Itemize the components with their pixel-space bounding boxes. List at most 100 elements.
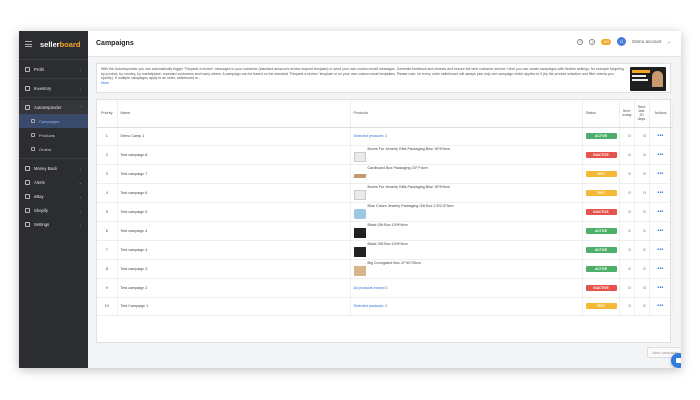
notification-badge[interactable]: 200 bbox=[601, 38, 612, 45]
sent-last-cell: 0 bbox=[634, 164, 650, 185]
video-thumbnail[interactable] bbox=[630, 67, 666, 91]
more-link[interactable]: More bbox=[101, 81, 109, 85]
status-badge[interactable]: ACTIVE bbox=[585, 266, 617, 273]
actions-cell: ••• bbox=[649, 202, 673, 223]
sidebar-item-inventory[interactable]: Inventory ⌄ bbox=[19, 81, 88, 95]
table-row[interactable]: 2 Test campaign 8 Boxes For Jewelry Gifts … bbox=[97, 145, 673, 166]
chevron-down-icon[interactable]: ⌄ bbox=[667, 39, 671, 45]
table-row[interactable]: 5 Test campaign 5 Blue Colors Jewelry Pack… bbox=[97, 202, 673, 223]
col-status[interactable]: Status bbox=[582, 100, 620, 128]
sent-today-cell: 0 bbox=[619, 259, 635, 280]
table-body: 1 Demo Camp 1 Selected products: 2 ACTIVE 0 0… bbox=[97, 127, 673, 317]
table-row[interactable]: 8 Test campaign 3 Big Corrugated Box 47*40… bbox=[97, 259, 673, 280]
account-label[interactable]: Demo account bbox=[632, 39, 661, 44]
more-actions-icon[interactable]: ••• bbox=[657, 285, 663, 291]
sent-last-cell: 0 bbox=[634, 259, 650, 280]
status-badge[interactable]: ACTIVE bbox=[585, 133, 617, 140]
actions-cell: ••• bbox=[649, 240, 673, 261]
col-products[interactable]: Products bbox=[350, 100, 583, 128]
col-sent-today[interactable]: Sent today bbox=[619, 100, 635, 128]
status-cell: ACTIVE bbox=[582, 127, 620, 147]
product-name: Big Corrugated Box 47*40*25cm bbox=[367, 261, 421, 266]
table-row[interactable]: 10 Test Campaign 1 Selected products: 2 TES… bbox=[97, 297, 673, 317]
products-icon bbox=[31, 133, 35, 137]
actions-cell: ••• bbox=[649, 145, 673, 166]
col-sent-last[interactable]: Sent last 30 days bbox=[634, 100, 650, 128]
products-cell: Blue Colors Jewelry Packaging Gift Box 2… bbox=[350, 202, 583, 223]
info-text: With the Autoresponder you can automatic… bbox=[101, 67, 624, 81]
clock-icon[interactable]: • bbox=[589, 38, 596, 45]
product-name: Boxes For Jewelry Gifts Packaging Blue 1… bbox=[367, 147, 451, 152]
sidebar-item-profit[interactable]: Profit ⌄ bbox=[19, 62, 88, 76]
chat-icon[interactable] bbox=[671, 353, 681, 368]
table-row[interactable]: 1 Demo Camp 1 Selected products: 2 ACTIVE 0 0… bbox=[97, 127, 673, 147]
help-icon[interactable]: ? bbox=[577, 38, 584, 45]
status-badge[interactable]: ACTIVE bbox=[585, 247, 617, 254]
more-actions-icon[interactable]: ••• bbox=[657, 303, 663, 309]
more-actions-icon[interactable]: ••• bbox=[657, 209, 663, 215]
avatar[interactable]: D bbox=[617, 37, 627, 46]
chevron-down-icon: ⌄ bbox=[78, 193, 82, 199]
status-badge[interactable]: TEST bbox=[585, 190, 617, 197]
menu-icon[interactable] bbox=[25, 41, 32, 47]
table-row[interactable]: 4 Test campaign 6 Boxes For Jewelry Gifts … bbox=[97, 183, 673, 204]
more-actions-icon[interactable]: ••• bbox=[657, 133, 663, 139]
sidebar-item-settings[interactable]: Settings ⌄ bbox=[19, 217, 88, 231]
status-badge[interactable]: TEST bbox=[585, 303, 617, 310]
more-actions-icon[interactable]: ••• bbox=[657, 152, 663, 158]
sent-last-cell: 0 bbox=[634, 183, 650, 204]
more-actions-icon[interactable]: ••• bbox=[657, 266, 663, 272]
products-link[interactable]: Selected products: 2 bbox=[354, 304, 388, 308]
sent-today-cell: 0 bbox=[619, 278, 635, 298]
more-actions-icon[interactable]: ••• bbox=[657, 228, 663, 234]
name-cell: Test campaign 6 bbox=[117, 183, 351, 204]
status-badge[interactable]: INACTIVE bbox=[585, 284, 617, 291]
col-name[interactable]: Name bbox=[117, 100, 351, 128]
autoresponder-icon bbox=[25, 104, 30, 110]
status-cell: ACTIVE bbox=[582, 240, 620, 261]
sidebar-item-products[interactable]: Products bbox=[19, 128, 88, 142]
status-cell: INACTIVE bbox=[582, 278, 620, 298]
sidebar-item-alerts[interactable]: Alerts ⌄ bbox=[19, 175, 88, 189]
ebay-icon bbox=[25, 193, 30, 199]
sidebar-item-ebay[interactable]: eBay ⌄ bbox=[19, 189, 88, 203]
alerts-icon bbox=[25, 179, 30, 185]
sidebar-item-money-back[interactable]: Money Back ⌄ bbox=[19, 161, 88, 175]
table-row[interactable]: 9 Test campaign 2 All products except 1 INA… bbox=[97, 278, 673, 298]
logo[interactable]: sellerboard bbox=[40, 40, 80, 49]
chevron-down-icon: ⌄ bbox=[78, 179, 82, 185]
table-row[interactable]: 3 Test campaign 7 Cardboard Box Packaging … bbox=[97, 164, 673, 185]
page-title: Campaigns bbox=[96, 40, 134, 47]
status-cell: TEST bbox=[582, 164, 620, 185]
sidebar-item-autoresponder[interactable]: Autoresponder ⌃ bbox=[19, 100, 88, 114]
inventory-icon bbox=[25, 85, 30, 91]
product-name: Blue Colors Jewelry Packaging Gift Box 2… bbox=[367, 204, 454, 209]
status-cell: ACTIVE bbox=[582, 221, 620, 242]
col-priority[interactable]: Priority bbox=[97, 100, 118, 128]
sidebar-item-campaigns[interactable]: Campaigns bbox=[19, 114, 88, 128]
status-badge[interactable]: INACTIVE bbox=[585, 152, 617, 159]
products-cell: Big Corrugated Box 47*40*25cm bbox=[350, 259, 583, 280]
products-link[interactable]: Selected products: 2 bbox=[354, 134, 388, 138]
table-row[interactable]: 7 Test campaign 4 Black Gift Box 10*8*6cm A… bbox=[97, 240, 673, 261]
orders-icon bbox=[31, 147, 35, 151]
chevron-up-icon: ⌃ bbox=[78, 104, 82, 110]
sidebar-item-orders[interactable]: Orders bbox=[19, 142, 88, 156]
status-badge[interactable]: INACTIVE bbox=[585, 209, 617, 216]
more-actions-icon[interactable]: ••• bbox=[657, 247, 663, 253]
more-actions-icon[interactable]: ••• bbox=[657, 171, 663, 177]
table-row[interactable]: 6 Test campaign 4 Black Gift Box 10*8*6cm A… bbox=[97, 221, 673, 242]
products-cell: Black Gift Box 10*8*6cm bbox=[350, 221, 583, 242]
name-cell: Test campaign 2 bbox=[117, 278, 351, 298]
status-badge[interactable]: ACTIVE bbox=[585, 228, 617, 235]
products-link[interactable]: All products except 1 bbox=[354, 286, 388, 290]
product-thumbnail bbox=[353, 266, 366, 277]
more-actions-icon[interactable]: ••• bbox=[657, 190, 663, 196]
sent-last-cell: 0 bbox=[634, 278, 650, 298]
name-cell: Test campaign 4 bbox=[117, 240, 351, 261]
product-name: Cardboard Box Packaging 23*7*4cm bbox=[367, 166, 428, 171]
priority-cell: 6 bbox=[97, 221, 118, 242]
sidebar-item-shopify[interactable]: Shopify ⌄ bbox=[19, 203, 88, 217]
sent-today-cell: 0 bbox=[619, 127, 635, 147]
status-badge[interactable]: TEST bbox=[585, 171, 617, 178]
